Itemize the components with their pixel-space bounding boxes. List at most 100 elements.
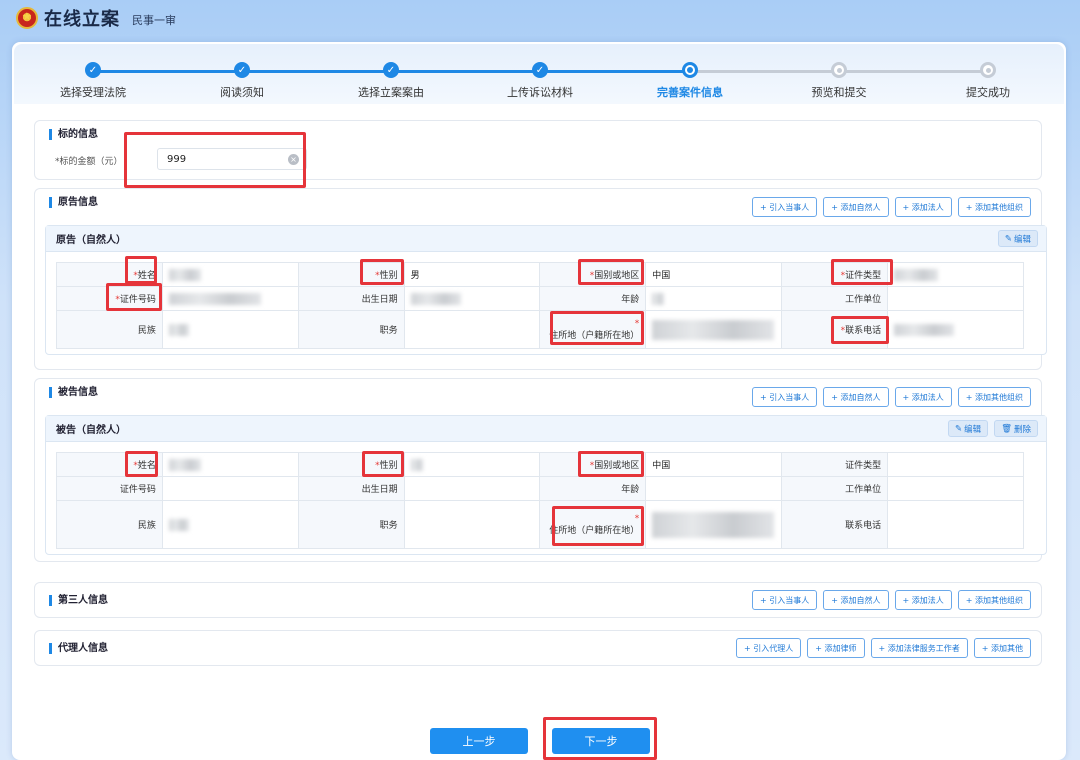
- gender-value: 男: [403, 262, 541, 287]
- defendant-actions: + 引入当事人 + 添加自然人 + 添加法人 + 添加其他组织: [752, 387, 1031, 407]
- table-row: 证件号码 出生日期 年龄 工作单位: [56, 476, 1024, 501]
- country-value: 中国: [645, 262, 783, 287]
- section-title: 原告信息: [49, 197, 98, 208]
- step-label: 提交成功: [966, 86, 1010, 99]
- phone-label: *联系电话: [781, 310, 889, 349]
- birth-label: 出生日期: [297, 286, 405, 311]
- plaintiff-card-header: 原告（自然人） ✎ 编辑: [46, 226, 1046, 252]
- clear-icon[interactable]: ×: [288, 154, 299, 165]
- job-value: [403, 310, 541, 349]
- section-title: 第三人信息: [49, 595, 108, 606]
- ethnic-label: 民族: [56, 310, 163, 349]
- id-type-label: *证件类型: [781, 262, 889, 287]
- main-panel: ✓ 选择受理法院 ✓ 阅读须知 ✓ 选择立案案由 ✓ 上传诉讼材料 完善案件信息…: [12, 42, 1066, 760]
- step-label: 完善案件信息: [657, 86, 723, 99]
- work-value: [887, 286, 1024, 311]
- import-agent-button[interactable]: + 引入代理人: [736, 638, 802, 658]
- gender-label: *性别: [297, 262, 405, 287]
- table-row: *证件号码 出生日期 年龄 工作单位: [56, 286, 1024, 311]
- work-label: 工作单位: [781, 476, 889, 501]
- current-step-icon: [682, 62, 698, 78]
- job-value: [403, 500, 541, 549]
- add-lawyer-button[interactable]: + 添加律师: [807, 638, 865, 658]
- add-legal-person-button[interactable]: + 添加法人: [894, 197, 952, 217]
- check-icon: ✓: [383, 62, 399, 78]
- progress-steps: ✓ 选择受理法院 ✓ 阅读须知 ✓ 选择立案案由 ✓ 上传诉讼材料 完善案件信息…: [14, 44, 1064, 104]
- id-no-value: [161, 286, 299, 311]
- id-type-label: 证件类型: [781, 452, 889, 477]
- table-row: *姓名 *性别 男 *国别或地区 中国 *证件类型: [56, 262, 1024, 287]
- gender-label: *性别: [297, 452, 405, 477]
- id-type-value: [887, 452, 1024, 477]
- court-emblem-icon: [16, 7, 38, 29]
- edit-label: 编辑: [1013, 234, 1031, 245]
- agent-card: 代理人信息 + 引入代理人 + 添加律师 + 添加法律服务工作者 + 添加其他: [34, 630, 1042, 666]
- name-label: *姓名: [56, 262, 163, 287]
- card-actions: ✎ 编辑: [997, 230, 1038, 247]
- defendant-info-card: 被告信息 + 引入当事人 + 添加自然人 + 添加法人 + 添加其他组织 被告（…: [34, 378, 1047, 562]
- birth-value: [403, 286, 541, 311]
- step-select-cause: ✓ 选择立案案由: [326, 62, 456, 100]
- age-label: 年龄: [539, 476, 647, 501]
- edit-button[interactable]: ✎ 编辑: [948, 420, 989, 437]
- amount-label-text: *标的金额（元）: [55, 157, 123, 167]
- step-preview-submit: 预览和提交: [774, 62, 904, 100]
- import-party-button[interactable]: + 引入当事人: [752, 387, 818, 407]
- job-label: 职务: [297, 310, 405, 349]
- pending-step-icon: [980, 62, 996, 78]
- app-header: 在线立案 民事一审: [0, 0, 1080, 36]
- edit-button[interactable]: ✎ 编辑: [997, 230, 1038, 247]
- step-submit-success: 提交成功: [923, 62, 1053, 100]
- delete-label: 删除: [1013, 424, 1031, 435]
- phone-label: 联系电话: [781, 500, 889, 549]
- edit-icon: ✎: [955, 423, 963, 434]
- card-title: 原告（自然人）: [56, 235, 126, 246]
- import-party-button[interactable]: + 引入当事人: [752, 590, 818, 610]
- agent-actions: + 引入代理人 + 添加律师 + 添加法律服务工作者 + 添加其他: [736, 638, 1031, 658]
- age-label: 年龄: [539, 286, 647, 311]
- age-value: [645, 476, 783, 501]
- trash-icon: 🗑: [1001, 423, 1012, 434]
- subject-info-card: 标的信息 *标的金额（元） 999 ×: [34, 120, 1042, 180]
- work-label: 工作单位: [781, 286, 889, 311]
- add-other-org-button[interactable]: + 添加其他组织: [957, 590, 1031, 610]
- section-title: 标的信息: [49, 129, 98, 140]
- step-label: 预览和提交: [811, 86, 867, 99]
- import-party-button[interactable]: + 引入当事人: [752, 197, 818, 217]
- add-natural-person-button[interactable]: + 添加自然人: [823, 387, 889, 407]
- country-label: *国别或地区: [539, 452, 647, 477]
- id-type-value: [887, 262, 1024, 287]
- age-value: [645, 286, 783, 311]
- step-complete-info: 完善案件信息: [625, 62, 755, 100]
- ethnic-label: 民族: [56, 500, 163, 549]
- add-other-org-button[interactable]: + 添加其他组织: [957, 387, 1031, 407]
- ethnic-value: [161, 500, 299, 549]
- add-other-org-button[interactable]: + 添加其他组织: [957, 197, 1031, 217]
- add-legal-worker-button[interactable]: + 添加法律服务工作者: [870, 638, 968, 658]
- plaintiff-table: *姓名 *性别 男 *国别或地区 中国 *证件类型 *证件号码 出生日期 年龄: [56, 262, 1024, 349]
- gender-value: [403, 452, 541, 477]
- add-legal-person-button[interactable]: + 添加法人: [894, 590, 952, 610]
- check-icon: ✓: [234, 62, 250, 78]
- table-row: 民族 职务 *住所地（户籍所在地） 联系电话: [56, 500, 1024, 549]
- add-legal-person-button[interactable]: + 添加法人: [894, 387, 952, 407]
- amount-input[interactable]: 999 ×: [157, 148, 307, 170]
- case-type: 民事一审: [132, 14, 176, 27]
- defendant-table: *姓名 *性别 *国别或地区 中国 证件类型 证件号码 出生日期 年龄 工作单位…: [56, 452, 1024, 549]
- plaintiff-card: 原告（自然人） ✎编辑 *姓名 *性别 男 *国别或地区 中国 *证件类型 *: [45, 225, 1047, 355]
- next-step-button[interactable]: 下一步: [552, 728, 650, 754]
- prev-step-button[interactable]: 上一步: [430, 728, 528, 754]
- add-natural-person-button[interactable]: + 添加自然人: [823, 197, 889, 217]
- delete-button[interactable]: 🗑 删除: [994, 420, 1038, 437]
- step-label: 选择立案案由: [358, 86, 424, 99]
- table-row: *姓名 *性别 *国别或地区 中国 证件类型: [56, 452, 1024, 477]
- step-label: 阅读须知: [220, 86, 264, 99]
- name-value: [161, 452, 299, 477]
- add-natural-person-button[interactable]: + 添加自然人: [823, 590, 889, 610]
- card-actions: ✎ 编辑 🗑 删除: [948, 420, 1038, 437]
- third-party-card: 第三人信息 + 引入当事人 + 添加自然人 + 添加法人 + 添加其他组织: [34, 582, 1042, 618]
- check-icon: ✓: [532, 62, 548, 78]
- defendant-card: 被告（自然人） ✎编辑 🗑删除 *姓名 *性别 *国别或地区 中国 证件类型: [45, 415, 1047, 555]
- plaintiff-info-card: 原告信息 + 引入当事人 + 添加自然人 + 添加法人 + 添加其他组织 原告（…: [34, 188, 1047, 370]
- add-other-agent-button[interactable]: + 添加其他: [973, 638, 1031, 658]
